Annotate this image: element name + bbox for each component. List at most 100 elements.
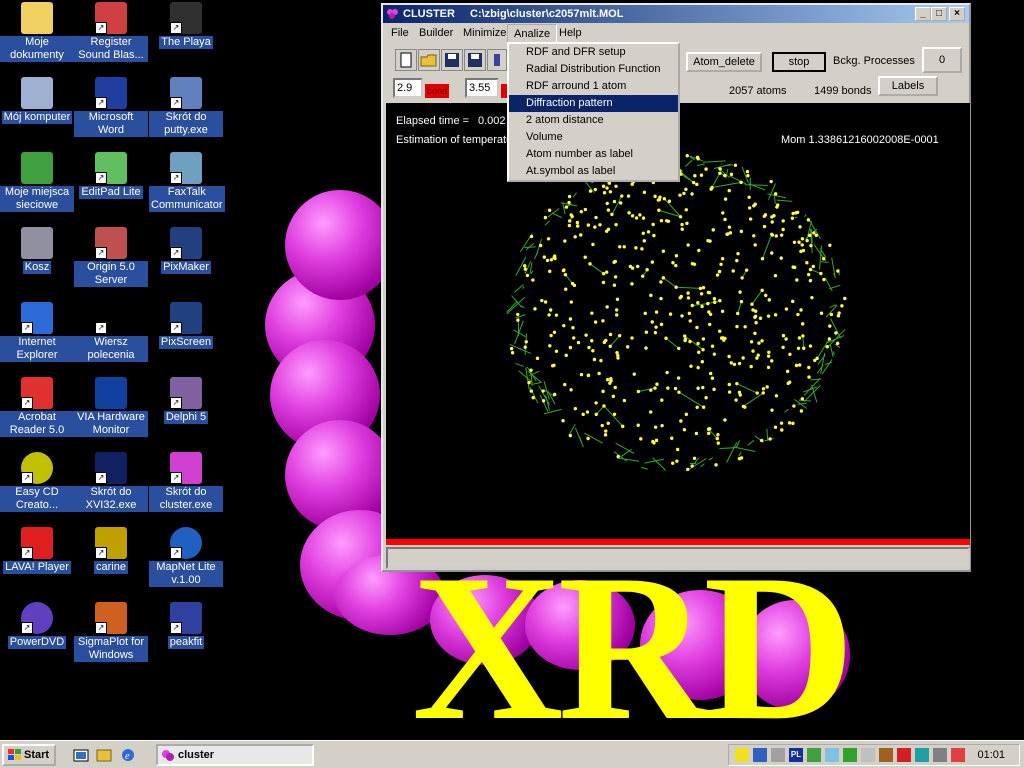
atom-dot bbox=[763, 213, 768, 217]
desktop-icon[interactable]: ↗ LAVA! Player bbox=[0, 527, 74, 574]
desktop-icon[interactable]: ↗ The Playa bbox=[149, 2, 223, 49]
desktop-icon[interactable]: ↗ PixMaker bbox=[149, 227, 223, 274]
menu-analize[interactable]: Analize bbox=[507, 24, 558, 44]
atom-dot bbox=[710, 344, 715, 348]
desktop-icon[interactable]: ↗ PowerDVD bbox=[0, 602, 74, 649]
desktop-icon[interactable]: ↗ Skrót do XVI32.exe bbox=[74, 452, 148, 512]
desktop-icon-label: Skrót do cluster.exe bbox=[149, 486, 223, 512]
tray-app-icon[interactable] bbox=[771, 748, 785, 762]
atom-dot bbox=[719, 262, 723, 266]
atom-dot bbox=[710, 376, 715, 380]
menu-minimize[interactable]: Minimize bbox=[457, 23, 512, 43]
tool-button[interactable] bbox=[487, 49, 507, 71]
atom-dot bbox=[695, 182, 699, 187]
volume-icon[interactable] bbox=[933, 748, 947, 762]
tray-app-icon[interactable] bbox=[915, 748, 929, 762]
tray-app-icon[interactable] bbox=[825, 748, 839, 762]
atom-dot bbox=[790, 216, 795, 220]
menu-item-diffraction-pattern[interactable]: Diffraction pattern bbox=[509, 95, 678, 112]
atom-dot bbox=[810, 295, 814, 300]
desktop-icon[interactable]: ↗ Acrobat Reader 5.0 bbox=[0, 377, 74, 437]
desktop-icon-label: peakfit bbox=[167, 636, 205, 649]
desktop-icon[interactable]: ↗ MapNet Lite v.1.00 bbox=[149, 527, 223, 587]
tray-app-icon[interactable] bbox=[879, 748, 893, 762]
atom-delete-button[interactable]: Atom_delete bbox=[686, 52, 762, 72]
atom-dot bbox=[728, 231, 733, 235]
desktop-icon[interactable]: ↗ Microsoft Word bbox=[74, 77, 148, 137]
save-button[interactable] bbox=[441, 49, 463, 71]
explorer-icon[interactable] bbox=[96, 747, 112, 763]
save-as-button[interactable] bbox=[464, 49, 486, 71]
desktop-icon-label: Moje dokumenty bbox=[0, 36, 74, 62]
atom-dot bbox=[713, 300, 717, 305]
desktop-icon[interactable]: ↗ Skrót do putty.exe bbox=[149, 77, 223, 137]
menu-item-volume[interactable]: Volume bbox=[509, 129, 678, 146]
atom-dot bbox=[562, 323, 566, 328]
atom-dot bbox=[718, 298, 722, 303]
minimize-button[interactable]: _ bbox=[915, 7, 931, 21]
close-button[interactable]: × bbox=[949, 7, 965, 21]
tray-app-icon[interactable] bbox=[843, 748, 857, 762]
tray-app-icon[interactable] bbox=[807, 748, 821, 762]
atom-dot bbox=[781, 345, 785, 350]
desktop-icon[interactable]: Moje dokumenty bbox=[0, 2, 74, 62]
desktop-icon[interactable]: ↗ peakfit bbox=[149, 602, 223, 649]
atom-dot bbox=[563, 382, 567, 387]
tray-app-icon[interactable] bbox=[861, 748, 875, 762]
menu-item-atom-distance[interactable]: 2 atom distance bbox=[509, 112, 678, 129]
desktop-icon[interactable]: VIA Hardware Monitor bbox=[74, 377, 148, 437]
menu-help[interactable]: Help bbox=[553, 23, 588, 43]
desktop-icon[interactable]: ↗ SigmaPlot for Windows bbox=[74, 602, 148, 662]
desktop-icon[interactable]: Mój komputer bbox=[0, 77, 74, 124]
atom-dot bbox=[808, 267, 813, 272]
window-path: C:\zbig\cluster\c2057mlt.MOL bbox=[470, 8, 624, 20]
menu-item-rdf-one-atom[interactable]: RDF arround 1 atom bbox=[509, 78, 678, 95]
labels-button[interactable]: Labels bbox=[878, 76, 938, 96]
desktop-icon[interactable]: ↗ carine bbox=[74, 527, 148, 574]
menu-item-rdf-setup[interactable]: RDF and DFR setup bbox=[509, 44, 678, 61]
stop-button[interactable]: stop bbox=[772, 52, 826, 72]
ie-quicklaunch-icon[interactable]: e bbox=[120, 747, 136, 763]
desktop-icon[interactable]: ↗ Wiersz polecenia bbox=[74, 302, 148, 362]
desktop-icon[interactable]: ↗ Register Sound Blas... bbox=[74, 2, 148, 62]
language-indicator[interactable]: PL bbox=[789, 748, 803, 762]
atom-dot bbox=[798, 225, 802, 229]
atom-dot bbox=[798, 363, 802, 367]
bond-min-input[interactable]: 2.9 bbox=[393, 78, 423, 98]
desktop-icon[interactable]: Kosz bbox=[0, 227, 74, 274]
menu-item-atom-symbol-label[interactable]: At.symbol as label bbox=[509, 163, 678, 180]
tray-app-icon[interactable] bbox=[951, 748, 965, 762]
tray-app-icon[interactable] bbox=[897, 748, 911, 762]
bond-line bbox=[696, 163, 705, 167]
desktop-icon[interactable]: ↗ FaxTalk Communicator bbox=[149, 152, 225, 212]
desktop-icon[interactable]: ↗ Easy CD Creato... bbox=[0, 452, 74, 512]
title-bar[interactable]: CLUSTER C:\zbig\cluster\c2057mlt.MOL _ □… bbox=[383, 5, 969, 23]
open-button[interactable] bbox=[418, 49, 440, 71]
menu-item-rdf[interactable]: Radial Distribution Function bbox=[509, 61, 678, 78]
new-file-button[interactable] bbox=[395, 49, 417, 71]
desktop-icon[interactable]: ↗ Delphi 5 bbox=[149, 377, 223, 424]
bond-max-input[interactable]: 3.55 bbox=[465, 78, 499, 98]
desktop-icon[interactable]: ↗ Skrót do cluster.exe bbox=[149, 452, 223, 512]
show-desktop-icon[interactable] bbox=[73, 747, 89, 763]
atom-dot bbox=[548, 269, 552, 274]
bond-line bbox=[692, 303, 708, 306]
taskbar-cluster-button[interactable]: cluster bbox=[156, 744, 314, 766]
atom-dot bbox=[801, 334, 805, 338]
menu-builder[interactable]: Builder bbox=[413, 23, 459, 43]
power-icon[interactable] bbox=[735, 748, 749, 762]
atom-dot bbox=[620, 194, 624, 198]
processes-count-button[interactable]: 0 bbox=[922, 47, 962, 73]
desktop-icon[interactable]: ↗ Internet Explorer bbox=[0, 302, 74, 362]
network-tray-icon[interactable] bbox=[753, 748, 767, 762]
desktop-icon[interactable]: ↗ EditPad Lite bbox=[74, 152, 148, 199]
desktop-icon[interactable]: Moje miejsca sieciowe bbox=[0, 152, 74, 212]
menu-item-atom-number-label[interactable]: Atom number as label bbox=[509, 146, 678, 163]
maximize-button[interactable]: □ bbox=[931, 7, 947, 21]
start-button[interactable]: Start bbox=[2, 744, 56, 766]
menu-file[interactable]: File bbox=[385, 23, 415, 43]
bond-line bbox=[766, 428, 769, 441]
desktop-icon[interactable]: ↗ PixScreen bbox=[149, 302, 223, 349]
desktop-icon[interactable]: ↗ Origin 5.0 Server bbox=[74, 227, 148, 287]
atom-dot bbox=[698, 286, 703, 291]
